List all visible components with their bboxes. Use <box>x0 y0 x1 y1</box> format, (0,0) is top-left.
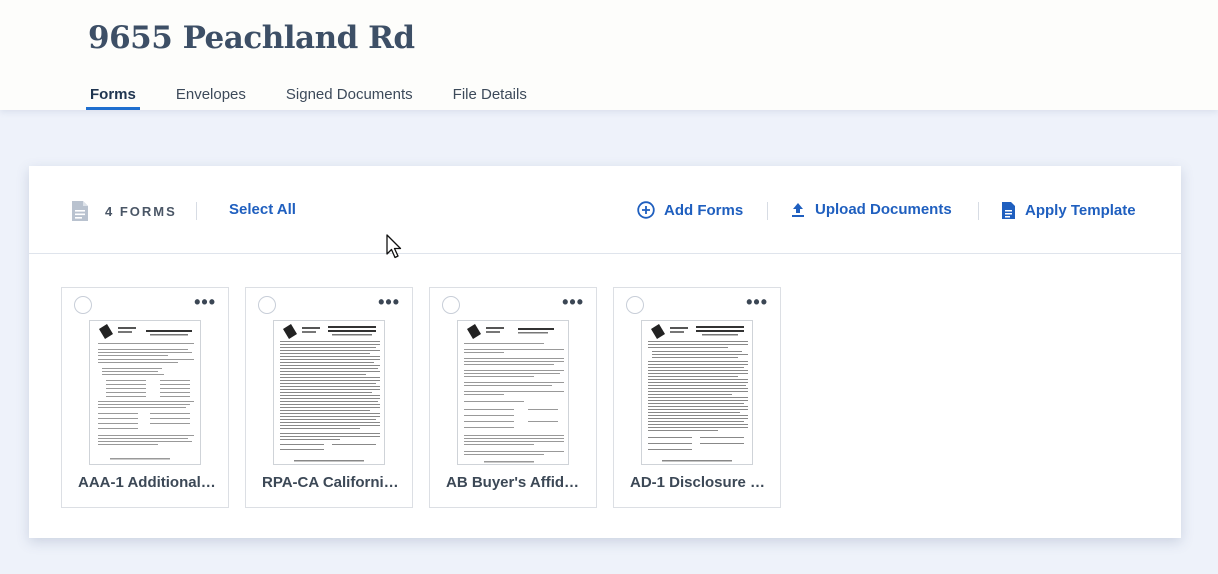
apply-template-label: Apply Template <box>1025 202 1136 219</box>
form-thumbnail <box>89 320 201 465</box>
tab-envelopes[interactable]: Envelopes <box>172 86 250 107</box>
toolbar-divider <box>196 202 197 220</box>
select-radio[interactable] <box>74 296 92 314</box>
form-name: AAA-1 Additional Addendum <box>78 474 218 491</box>
forms-count-label: 4 FORMS <box>105 203 177 219</box>
more-options-icon[interactable]: ••• <box>746 292 768 312</box>
form-card[interactable]: ••• <box>429 287 597 508</box>
forms-toolbar: 4 FORMS Select All Add Forms Upload Docu… <box>29 166 1181 259</box>
select-radio[interactable] <box>442 296 460 314</box>
more-options-icon[interactable]: ••• <box>562 292 584 312</box>
form-name: AD-1 Disclosure Regarding Real Estate Ag… <box>630 474 770 491</box>
form-name: AB Buyer's Affidavit <box>446 474 586 491</box>
form-card[interactable]: ••• <box>613 287 781 508</box>
tab-file-details[interactable]: File Details <box>449 86 531 107</box>
form-card[interactable]: ••• <box>61 287 229 508</box>
mouse-cursor-icon <box>386 234 402 259</box>
add-forms-label: Add Forms <box>664 201 744 219</box>
upload-documents-label: Upload Documents <box>815 201 952 218</box>
page-title: 9655 Peachland Rd <box>88 20 415 56</box>
form-card[interactable]: ••• <box>245 287 413 508</box>
more-options-icon[interactable]: ••• <box>378 292 400 312</box>
select-all-label: Select All <box>229 201 296 218</box>
form-thumbnail <box>273 320 385 465</box>
toolbar-divider <box>978 202 979 220</box>
upload-documents-button[interactable]: Upload Documents <box>790 201 952 218</box>
add-forms-button[interactable]: Add Forms <box>637 201 743 219</box>
apply-template-button[interactable]: Apply Template <box>1001 201 1136 220</box>
plus-circle-icon <box>637 201 655 219</box>
select-all-button[interactable]: Select All <box>229 201 296 218</box>
tab-bar: Forms Envelopes Signed Documents File De… <box>86 86 563 110</box>
forms-panel: 4 FORMS Select All Add Forms Upload Docu… <box>29 166 1181 538</box>
page-header: 9655 Peachland Rd Forms Envelopes Signed… <box>0 0 1218 110</box>
form-name: RPA-CA California Residential Purchase A… <box>262 474 402 491</box>
more-options-icon[interactable]: ••• <box>194 292 216 312</box>
document-icon <box>72 201 88 221</box>
toolbar-divider <box>767 202 768 220</box>
forms-grid: ••• AAA-1 Additional A ••• RPA-CA Califo… <box>61 287 797 508</box>
forms-count: 4 FORMS <box>71 200 177 222</box>
form-thumbnail <box>457 320 569 465</box>
tab-forms[interactable]: Forms <box>86 86 140 110</box>
upload-icon <box>792 202 804 217</box>
select-radio[interactable] <box>626 296 644 314</box>
tab-signed-documents[interactable]: Signed Documents <box>282 86 417 107</box>
file-icon <box>1002 202 1015 219</box>
form-thumbnail <box>641 320 753 465</box>
select-radio[interactable] <box>258 296 276 314</box>
